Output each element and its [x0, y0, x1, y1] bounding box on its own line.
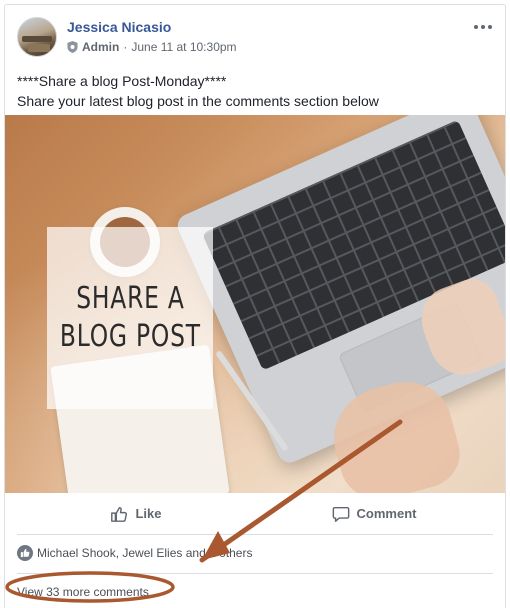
like-thumb-icon: [111, 506, 128, 522]
like-button[interactable]: Like: [17, 493, 255, 534]
image-overlay-box: SHARE A BLOG POST: [47, 227, 213, 409]
author-avatar[interactable]: [17, 17, 57, 57]
post-meta: Admin · June 11 at 10:30pm: [67, 40, 237, 54]
like-label: Like: [135, 506, 162, 521]
admin-shield-icon: [67, 41, 78, 53]
overlay-line-1: SHARE A: [75, 281, 185, 316]
overlay-line-2: BLOG POST: [59, 319, 201, 354]
comment-label: Comment: [356, 506, 417, 521]
comments-divider: [17, 573, 493, 574]
post-image[interactable]: SHARE A BLOG POST: [5, 115, 505, 493]
comment-button[interactable]: Comment: [255, 493, 493, 534]
post-header: Jessica Nicasio Admin · June 11 at 10:30…: [17, 17, 493, 63]
meta-separator: ·: [123, 40, 128, 54]
comment-bubble-icon: [332, 506, 349, 522]
view-more-comments-link[interactable]: View 33 more comments: [17, 585, 149, 599]
more-options-icon[interactable]: [473, 21, 493, 33]
post-text: ****Share a blog Post-Monday**** Share y…: [17, 71, 493, 111]
reactions-text: Michael Shook, Jewel Elies and 2 others: [37, 546, 253, 560]
reaction-like-icon: [17, 545, 33, 561]
author-name[interactable]: Jessica Nicasio: [67, 19, 171, 35]
post-text-line-2: Share your latest blog post in the comme…: [17, 93, 379, 109]
reactions-summary[interactable]: Michael Shook, Jewel Elies and 2 others: [17, 543, 493, 563]
post-timestamp[interactable]: June 11 at 10:30pm: [131, 40, 236, 54]
post-actions: Like Comment: [17, 493, 493, 535]
author-role: Admin: [82, 40, 120, 54]
post-text-line-1: ****Share a blog Post-Monday****: [17, 73, 227, 89]
post-card: Jessica Nicasio Admin · June 11 at 10:30…: [4, 4, 506, 608]
